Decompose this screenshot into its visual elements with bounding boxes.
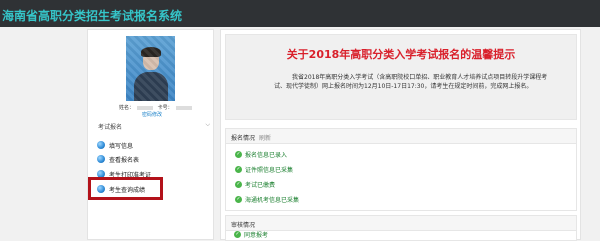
check-icon: ✓ — [235, 196, 242, 203]
menu-item-fill-info[interactable]: 填写信息 — [97, 140, 211, 151]
status-item: ✓ 海通机考信息已采集 — [235, 196, 300, 204]
name-label: 姓名： — [119, 105, 135, 111]
status-panel-title: 报名情况 — [231, 135, 256, 142]
check-icon: ✓ — [235, 181, 242, 188]
refresh-link[interactable]: 刷新 — [259, 135, 271, 142]
status-item: ✓ 考试已缴费 — [235, 181, 276, 189]
name-mask — [137, 105, 154, 110]
status-item: ✓ 证件照信息已采集 — [235, 166, 294, 174]
globe-icon — [97, 141, 105, 149]
highlight-box — [88, 177, 163, 200]
notice-title: 关于2018年高职分类入学考试报名的温馨提示 — [286, 48, 516, 61]
id-mask — [175, 105, 192, 110]
notice-body: 我省2018年高职分类入学考试（含高职院校口单招、职业教育人才培养试点项目转段升… — [274, 74, 548, 90]
student-photo — [126, 36, 175, 101]
check-icon: ✓ — [235, 151, 242, 158]
review-panel: 审核情况 — [225, 215, 577, 241]
main-panel: 关于2018年高职分类入学考试报名的温馨提示 我省2018年高职分类入学考试（含… — [220, 29, 581, 241]
review-panel-header: 审核情况 — [226, 216, 576, 231]
sidebar: 姓名： 卡号： 密码修改 考试报名 ⌵ 填写信息 查看报名表 考生打印准考证 考… — [87, 29, 214, 240]
globe-icon — [97, 155, 105, 163]
check-icon: ✓ — [235, 166, 242, 173]
student-info: 姓名： 卡号： — [119, 104, 195, 111]
review-panel-title: 审核情况 — [231, 222, 256, 229]
notice-box: 关于2018年高职分类入学考试报名的温馨提示 我省2018年高职分类入学考试（含… — [225, 34, 577, 120]
review-item: ✓ 同意报考 — [234, 231, 269, 239]
check-icon: ✓ — [234, 231, 241, 238]
menu-section-exam[interactable]: 考试报名 ⌵ — [98, 121, 210, 131]
status-panel: 报名情况 刷新 ✓ 报名信息已录入 ✓ 证件照信息已采集 ✓ 考试已缴费 ✓ 海通机考信息… — [225, 128, 577, 211]
status-item: ✓ 报名信息已录入 — [235, 151, 288, 159]
menu-section-label: 考试报名 — [98, 124, 123, 131]
status-panel-header: 报名情况 刷新 — [226, 129, 576, 144]
menu-item-view-form[interactable]: 查看报名表 — [97, 154, 211, 165]
change-password-link[interactable]: 密码修改 — [142, 111, 162, 118]
chevron-down-icon: ⌵ — [205, 121, 210, 128]
top-bar: 海南省高职分类招生考试报名系统 — [0, 0, 600, 27]
app-title: 海南省高职分类招生考试报名系统 — [2, 9, 183, 23]
